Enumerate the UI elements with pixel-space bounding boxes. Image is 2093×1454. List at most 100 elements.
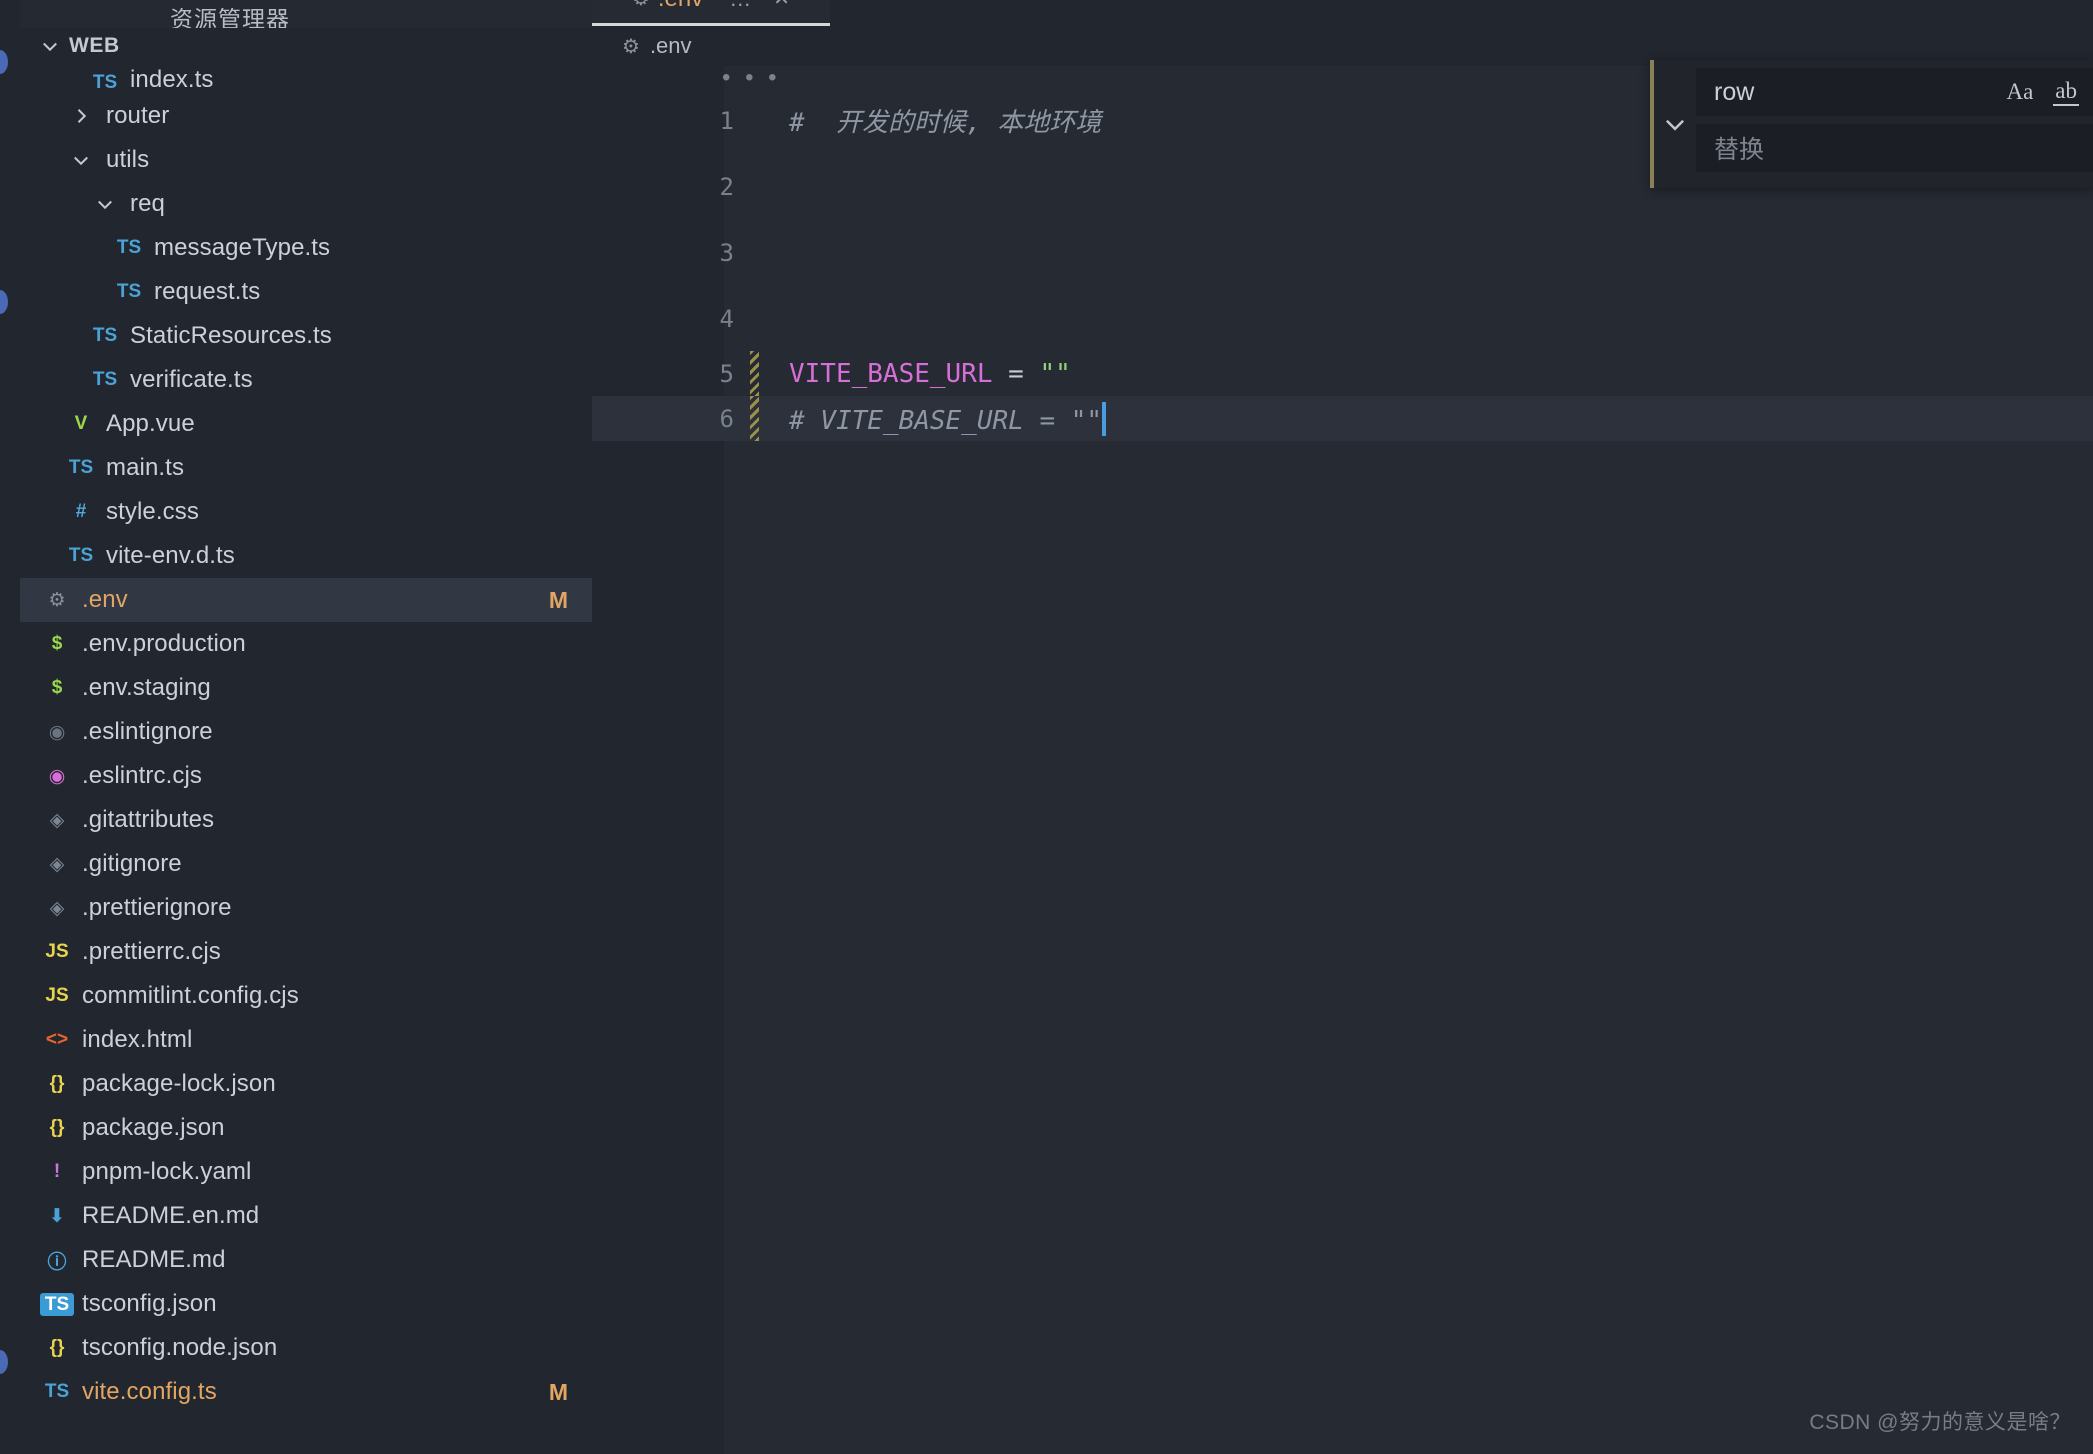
file-tree-item-readme-md[interactable]: ⓘ README.md bbox=[20, 1238, 592, 1282]
editor-tabstrip: ⚙ .env … ✕ bbox=[592, 0, 2093, 26]
file-tree-item-env[interactable]: ⚙ .env M bbox=[20, 578, 592, 622]
file-tree-item-label: index.html bbox=[82, 1026, 193, 1053]
file-tree-item-app-vue[interactable]: V App.vue bbox=[20, 402, 592, 446]
json-file-icon: {} bbox=[49, 1117, 65, 1138]
file-tree-item-prettierignore[interactable]: ◈ .prettierignore bbox=[20, 886, 592, 930]
markdown-down-icon: ⬇ bbox=[49, 1205, 65, 1227]
file-tree-item-label: vite.config.ts bbox=[82, 1378, 217, 1405]
file-tree-item-utils[interactable]: utils bbox=[20, 138, 592, 182]
code-line-text: # 开发的时候, 本地环境 bbox=[789, 108, 1102, 138]
dirty-diff-indicator bbox=[750, 396, 759, 441]
js-file-icon: JS bbox=[45, 941, 69, 962]
file-tree-item-env-staging[interactable]: $ .env.staging bbox=[20, 666, 592, 710]
toggle-replace-chevron-down-icon[interactable] bbox=[1654, 60, 1696, 188]
code-editor[interactable]: • • • 1 # 开发的时候, 本地环境 2 3 4 5 VITE_BASE_… bbox=[592, 64, 2093, 1454]
code-line-current: 6 # VITE_BASE_URL = "" bbox=[592, 396, 2093, 441]
file-tree-item-prettierrc-cjs[interactable]: JS .prettierrc.cjs bbox=[20, 930, 592, 974]
file-tree-item-tsconfig-json[interactable]: TS tsconfig.json bbox=[20, 1282, 592, 1326]
activity-badge-icon bbox=[0, 50, 8, 74]
file-tree-item-label: commitlint.config.cjs bbox=[82, 982, 299, 1009]
file-tree-item-label: verificate.ts bbox=[130, 366, 253, 393]
json-file-icon: {} bbox=[49, 1337, 65, 1358]
explorer-title-bar: 资源管理器 bbox=[20, 0, 592, 28]
file-tree-item-staticresources-ts[interactable]: TS StaticResources.ts bbox=[20, 314, 592, 358]
find-input[interactable]: row bbox=[1714, 78, 1986, 107]
chevron-down-icon bbox=[64, 150, 98, 170]
file-tree-item-index-html[interactable]: <> index.html bbox=[20, 1018, 592, 1062]
match-case-icon[interactable]: Aa bbox=[2006, 79, 2033, 105]
file-tree-item-req[interactable]: req bbox=[20, 182, 592, 226]
file-tree-item-label: App.vue bbox=[106, 410, 195, 437]
file-tree-item-pnpm-lock-yaml[interactable]: ! pnpm-lock.yaml bbox=[20, 1150, 592, 1194]
file-tree-item-label: request.ts bbox=[154, 278, 261, 305]
chevron-right-icon bbox=[64, 106, 98, 126]
file-tree-item-vite-config-ts[interactable]: TS vite.config.ts M bbox=[20, 1370, 592, 1414]
file-tree-item-style-css[interactable]: # style.css bbox=[20, 490, 592, 534]
replace-input-wrap[interactable]: 替换 bbox=[1696, 124, 2093, 172]
activity-bar-strip bbox=[0, 0, 20, 1454]
file-tree-item-label: README.md bbox=[82, 1246, 226, 1273]
file-tree-item-vite-env-d-ts[interactable]: TS vite-env.d.ts bbox=[20, 534, 592, 578]
close-icon[interactable]: ✕ bbox=[773, 0, 790, 11]
watermark: CSDN @努力的意义是啥？ bbox=[1809, 1411, 2071, 1434]
file-tree-item-label: messageType.ts bbox=[154, 234, 331, 261]
gear-file-icon: ⚙ bbox=[48, 589, 66, 611]
code-line: 3 bbox=[592, 230, 2093, 275]
file-tree-item-label: .env bbox=[82, 586, 128, 613]
file-tree-item-verificate-ts[interactable]: TS verificate.ts bbox=[20, 358, 592, 402]
ts-file-icon: TS bbox=[116, 237, 142, 258]
chevron-down-icon bbox=[37, 33, 63, 59]
file-tree-item-env-production[interactable]: $ .env.production bbox=[20, 622, 592, 666]
file-tree-item-request-ts[interactable]: TS request.ts bbox=[20, 270, 592, 314]
file-tree-item-index-ts[interactable]: TS index.ts bbox=[20, 64, 592, 94]
file-tree-item-gitattributes[interactable]: ◈ .gitattributes bbox=[20, 798, 592, 842]
find-input-wrap[interactable]: row Aa ab bbox=[1696, 68, 2093, 116]
editor-tab-env[interactable]: ⚙ .env … ✕ bbox=[592, 0, 830, 26]
file-tree-item-package-json[interactable]: {} package.json bbox=[20, 1106, 592, 1150]
file-tree-item-router[interactable]: router bbox=[20, 94, 592, 138]
file-tree-item-label: .eslintrc.cjs bbox=[82, 762, 202, 789]
file-tree-item-commitlint-config-cjs[interactable]: JS commitlint.config.cjs bbox=[20, 974, 592, 1018]
file-tree-item-messagetype-ts[interactable]: TS messageType.ts bbox=[20, 226, 592, 270]
line-number: 3 bbox=[719, 238, 734, 267]
file-tree-item-label: .env.staging bbox=[82, 674, 211, 701]
file-tree-item-label: tsconfig.json bbox=[82, 1290, 217, 1317]
file-tree: TS index.ts router utils req TS messageType.ts… bbox=[20, 64, 592, 1414]
file-tree-item-label: package.json bbox=[82, 1114, 225, 1141]
file-tree-item-package-lock-json[interactable]: {} package-lock.json bbox=[20, 1062, 592, 1106]
find-replace-fields: row Aa ab 替换 bbox=[1696, 60, 2093, 188]
eslint-icon: ◉ bbox=[48, 765, 66, 787]
line-number: 1 bbox=[719, 106, 734, 135]
ts-file-icon: TS bbox=[68, 457, 94, 478]
file-tree-item-readme-en-md[interactable]: ⬇ README.en.md bbox=[20, 1194, 592, 1238]
file-tree-item-label: tsconfig.node.json bbox=[82, 1334, 278, 1361]
css-file-icon: # bbox=[75, 501, 87, 522]
tsconfig-icon: TS bbox=[40, 1292, 74, 1316]
whole-word-icon[interactable]: ab bbox=[2053, 78, 2079, 106]
code-line: 4 bbox=[592, 296, 2093, 341]
file-tree-item-main-ts[interactable]: TS main.ts bbox=[20, 446, 592, 490]
vscode-window: 资源管理器 WEB TS index.ts router utils req TS mess… bbox=[0, 0, 2093, 1454]
file-tree-item-label: pnpm-lock.yaml bbox=[82, 1158, 252, 1185]
json-file-icon: {} bbox=[49, 1073, 65, 1094]
line-number: 5 bbox=[719, 359, 734, 388]
explorer-section-title: WEB bbox=[69, 34, 120, 57]
breadcrumb-label: .env bbox=[649, 33, 692, 58]
folded-region-icon[interactable]: • • • bbox=[722, 64, 781, 92]
markdown-info-icon: ⓘ bbox=[47, 1251, 67, 1273]
file-tree-item-eslintignore[interactable]: ◉ .eslintignore bbox=[20, 710, 592, 754]
explorer-section-header-web[interactable]: WEB bbox=[20, 28, 592, 64]
find-replace-widget[interactable]: row Aa ab 替换 bbox=[1650, 60, 2093, 188]
file-tree-item-gitignore[interactable]: ◈ .gitignore bbox=[20, 842, 592, 886]
ts-file-icon: TS bbox=[44, 1381, 70, 1402]
file-tree-item-tsconfig-node-json[interactable]: {} tsconfig.node.json bbox=[20, 1326, 592, 1370]
file-tree-item-label: .gitignore bbox=[82, 850, 182, 877]
tab-overflow-icon[interactable]: … bbox=[729, 0, 751, 12]
explorer-sidebar: WEB TS index.ts router utils req TS messageTyp… bbox=[20, 28, 592, 1454]
file-tree-item-eslintrc-cjs[interactable]: ◉ .eslintrc.cjs bbox=[20, 754, 592, 798]
file-tree-item-label: .env.production bbox=[82, 630, 246, 657]
file-tree-item-label: .eslintignore bbox=[82, 718, 213, 745]
ts-file-icon: TS bbox=[92, 369, 118, 390]
line-number: 6 bbox=[719, 404, 734, 433]
replace-input[interactable]: 替换 bbox=[1714, 130, 2079, 166]
